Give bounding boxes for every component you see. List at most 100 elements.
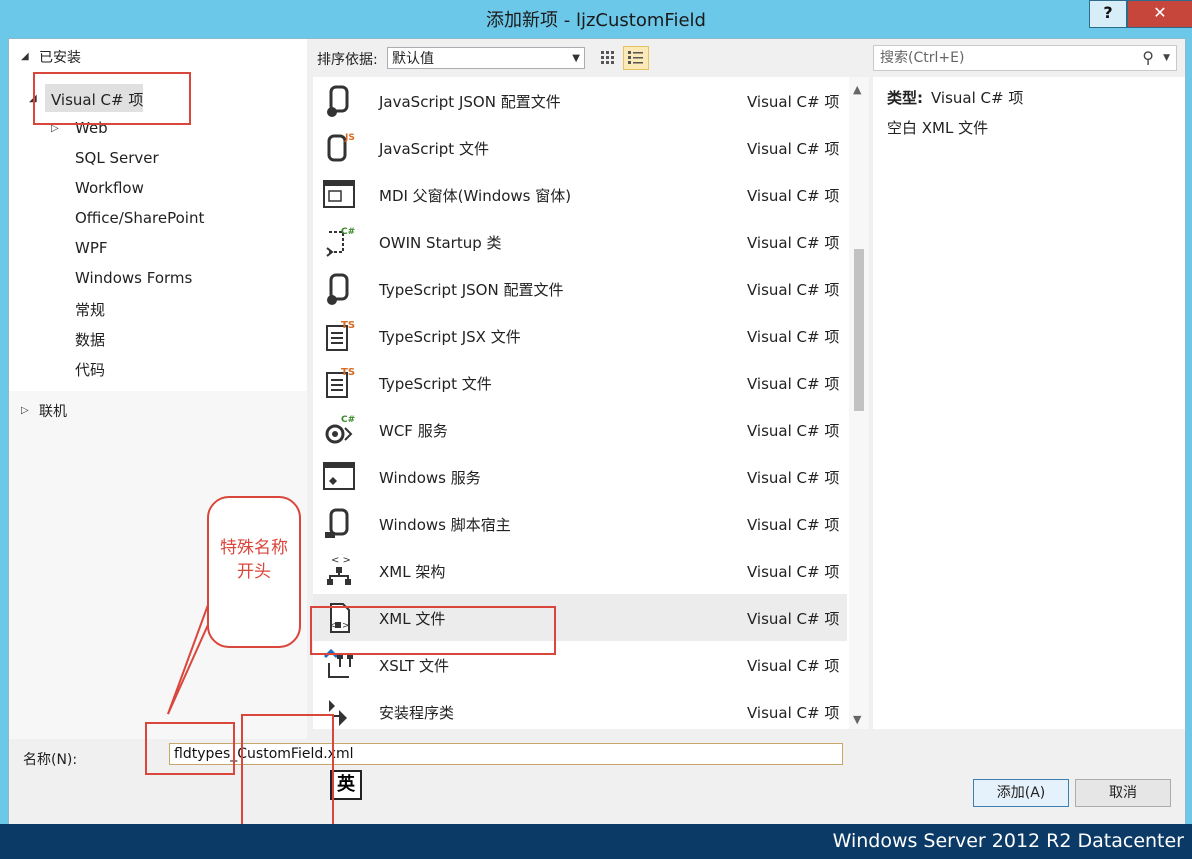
list-view-icon[interactable] xyxy=(623,46,649,70)
collapse-arrow-icon[interactable]: ▷ xyxy=(51,123,59,134)
ime-indicator[interactable]: 英 xyxy=(330,770,362,800)
typescript-jsx-icon: TS xyxy=(321,318,357,354)
template-type: Visual C# 项 xyxy=(747,281,840,299)
template-type: Visual C# 项 xyxy=(747,328,840,346)
template-name: XSLT 文件 xyxy=(379,657,450,675)
os-watermark: Windows Server 2012 R2 Datacenter xyxy=(832,830,1184,852)
list-toolbar: 排序依据: 默认值 ▼ xyxy=(309,43,869,73)
template-type: Visual C# 项 xyxy=(747,93,840,111)
template-type: Visual C# 项 xyxy=(747,610,840,628)
tree-node-web[interactable]: Web xyxy=(75,119,108,137)
template-name: WCF 服务 xyxy=(379,422,448,440)
item-description: 空白 XML 文件 xyxy=(887,119,989,137)
template-name: JavaScript 文件 xyxy=(379,140,489,158)
online-section[interactable]: 联机 xyxy=(39,401,67,421)
sort-value: 默认值 xyxy=(392,51,434,67)
json-config-icon xyxy=(321,83,357,119)
template-name: Windows 脚本宿主 xyxy=(379,516,511,534)
sort-label: 排序依据: xyxy=(317,52,378,68)
template-list-item[interactable]: TS TypeScript 文件 Visual C# 项 xyxy=(313,359,847,406)
tree-node-code[interactable]: 代码 xyxy=(75,359,105,380)
collapse-arrow-icon[interactable]: ▷ xyxy=(21,405,29,416)
template-name: Windows 服务 xyxy=(379,469,481,487)
template-name: TypeScript JSX 文件 xyxy=(379,328,521,346)
title-bar[interactable]: 添加新项 - ljzCustomField ? ✕ xyxy=(0,0,1192,34)
search-placeholder: 搜索(Ctrl+E) xyxy=(880,50,965,66)
sort-dropdown[interactable]: 默认值 ▼ xyxy=(387,47,585,69)
scrollbar-thumb[interactable] xyxy=(854,249,864,411)
chevron-down-icon[interactable]: ▼ xyxy=(1163,46,1170,70)
template-type: Visual C# 项 xyxy=(747,657,840,675)
template-name: MDI 父窗体(Windows 窗体) xyxy=(379,187,572,205)
template-name: JavaScript JSON 配置文件 xyxy=(379,93,561,111)
wcf-service-icon: C# xyxy=(321,412,357,448)
help-button[interactable]: ? xyxy=(1089,0,1127,28)
grid-view-icon[interactable] xyxy=(595,46,621,70)
scroll-up-icon[interactable]: ▲ xyxy=(853,83,861,96)
type-value: Visual C# 项 xyxy=(931,89,1024,107)
xml-file-icon: < > xyxy=(321,600,357,636)
mdi-form-icon xyxy=(321,177,357,213)
template-name: 安装程序类 xyxy=(379,704,455,722)
typescript-file-icon: TS xyxy=(321,365,357,401)
installer-class-icon xyxy=(321,694,357,729)
template-type: Visual C# 项 xyxy=(747,704,840,722)
template-type: Visual C# 项 xyxy=(747,563,840,581)
search-input[interactable]: 搜索(Ctrl+E) ⚲ ▼ xyxy=(873,45,1177,71)
scroll-down-icon[interactable]: ▼ xyxy=(853,713,861,726)
expand-arrow-icon[interactable]: ◢ xyxy=(29,93,37,104)
template-type: Visual C# 项 xyxy=(747,469,840,487)
windows-script-host-icon xyxy=(321,506,357,542)
search-icon[interactable]: ⚲ xyxy=(1142,46,1154,70)
cancel-button[interactable]: 取消 xyxy=(1075,779,1171,807)
template-name: XML 文件 xyxy=(379,610,446,628)
installed-section[interactable]: 已安装 xyxy=(39,47,81,67)
svg-text:C#: C# xyxy=(341,227,355,237)
template-list-item[interactable]: MDI 父窗体(Windows 窗体) Visual C# 项 xyxy=(313,171,847,218)
svg-text:JS: JS xyxy=(344,133,355,143)
tree-node-label[interactable]: Visual C# 项 xyxy=(51,89,143,110)
template-list-item[interactable]: Windows 服务 Visual C# 项 xyxy=(313,453,847,500)
template-type: Visual C# 项 xyxy=(747,234,840,252)
template-type: Visual C# 项 xyxy=(747,516,840,534)
template-list-item[interactable]: 安装程序类 Visual C# 项 xyxy=(313,688,847,729)
tree-node-windows-forms[interactable]: Windows Forms xyxy=(75,269,192,287)
template-list-item[interactable]: JavaScript JSON 配置文件 Visual C# 项 xyxy=(313,77,847,124)
template-list-item[interactable]: TS TypeScript JSX 文件 Visual C# 项 xyxy=(313,312,847,359)
xml-schema-icon: < > xyxy=(321,553,357,589)
name-input[interactable]: fldtypes_CustomField.xml xyxy=(169,743,843,765)
template-list-item[interactable]: TypeScript JSON 配置文件 Visual C# 项 xyxy=(313,265,847,312)
add-button[interactable]: 添加(A) xyxy=(973,779,1069,807)
template-list-item[interactable]: Windows 脚本宿主 Visual C# 项 xyxy=(313,500,847,547)
template-list-item[interactable]: JS JavaScript 文件 Visual C# 项 xyxy=(313,124,847,171)
name-label: 名称(N): xyxy=(23,752,78,768)
template-type: Visual C# 项 xyxy=(747,140,840,158)
template-list-item[interactable]: < > XML 架构 Visual C# 项 xyxy=(313,547,847,594)
expand-arrow-icon[interactable]: ◢ xyxy=(21,51,29,62)
tree-node-general[interactable]: 常规 xyxy=(75,299,105,320)
template-type: Visual C# 项 xyxy=(747,422,840,440)
desktop-bar: Windows Server 2012 R2 Datacenter xyxy=(0,824,1192,859)
template-list: JavaScript JSON 配置文件 Visual C# 项 JS JavaScr… xyxy=(313,77,849,729)
dialog-window: 添加新项 - ljzCustomField ? ✕ ◢ 已安装 ◢ Visual… xyxy=(0,0,1192,859)
close-button[interactable]: ✕ xyxy=(1127,0,1192,28)
template-type: Visual C# 项 xyxy=(747,187,840,205)
template-list-item[interactable]: C# WCF 服务 Visual C# 项 xyxy=(313,406,847,453)
template-list-item[interactable]: C# OWIN Startup 类 Visual C# 项 xyxy=(313,218,847,265)
template-list-item[interactable]: < > XML 文件 Visual C# 项 xyxy=(313,594,847,641)
tree-node-data[interactable]: 数据 xyxy=(75,329,105,350)
template-type: Visual C# 项 xyxy=(747,375,840,393)
template-list-item[interactable]: XSLT 文件 Visual C# 项 xyxy=(313,641,847,688)
tree-node-sql-server[interactable]: SQL Server xyxy=(75,149,159,167)
tree-node-workflow[interactable]: Workflow xyxy=(75,179,144,197)
svg-text:C#: C# xyxy=(341,415,355,425)
list-scrollbar[interactable]: ▲ ▼ xyxy=(849,77,869,729)
template-name: TypeScript 文件 xyxy=(379,375,492,393)
name-input-value: fldtypes_CustomField.xml xyxy=(174,746,354,762)
xslt-file-icon xyxy=(321,647,357,683)
tree-node-office-sharepoint[interactable]: Office/SharePoint xyxy=(75,209,204,227)
svg-text:TS: TS xyxy=(341,320,355,331)
windows-service-icon xyxy=(321,459,357,495)
tree-node-wpf[interactable]: WPF xyxy=(75,239,108,257)
svg-text:TS: TS xyxy=(341,367,355,378)
